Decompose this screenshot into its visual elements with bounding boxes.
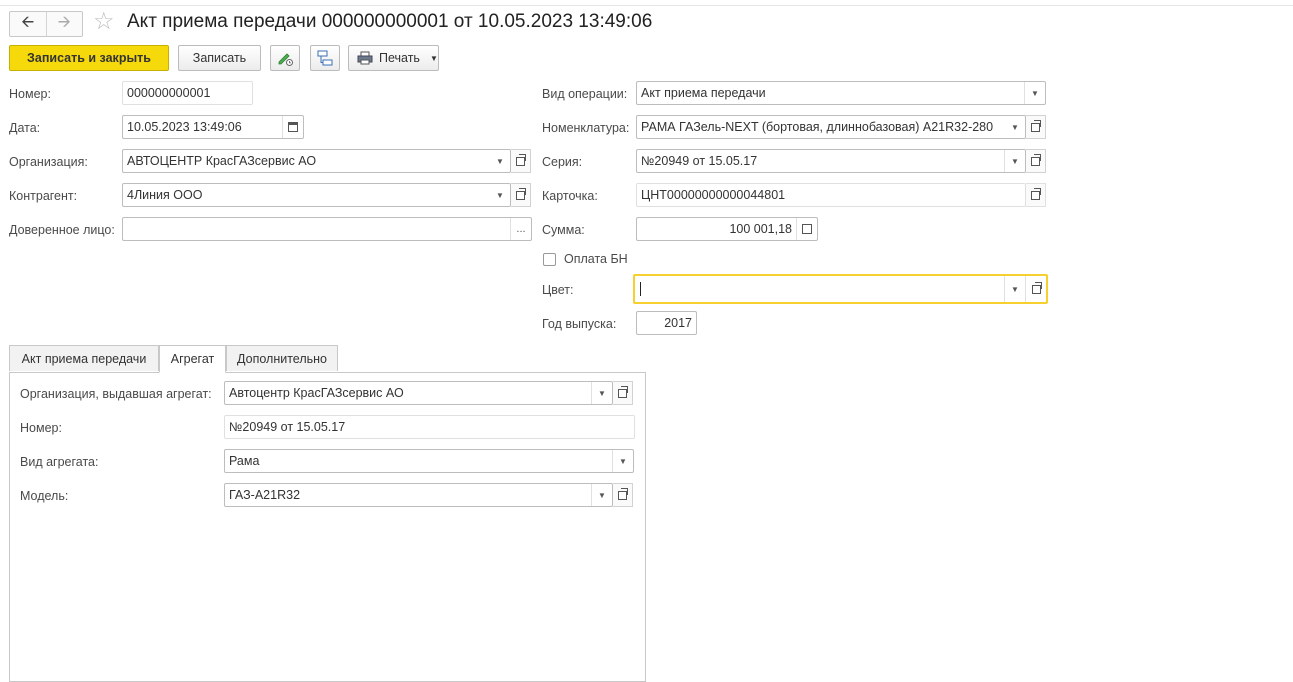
open-icon[interactable]: [1026, 149, 1046, 173]
organization-value: АВТОЦЕНТР КрасГАЗсервис АО: [127, 154, 317, 168]
nav-buttons: 🡨 🡪: [9, 11, 83, 37]
counterparty-value: 4Линия ООО: [127, 188, 203, 202]
color-field[interactable]: ▼: [633, 274, 1048, 304]
chevron-down-icon[interactable]: ▼: [490, 184, 510, 206]
operation-label: Вид операции:: [542, 87, 628, 101]
aggregate-org-input-group: Автоцентр КрасГАЗсервис АО ▼: [224, 381, 633, 405]
chevron-down-icon[interactable]: ▼: [591, 484, 612, 506]
organization-label: Организация:: [9, 155, 88, 169]
calculator-icon[interactable]: [796, 218, 817, 240]
aggregate-model-label: Модель:: [20, 489, 69, 503]
nomenclature-label: Номенклатура:: [542, 121, 630, 135]
aggregate-model-value: ГАЗ-А21R32: [229, 488, 301, 502]
calendar-icon[interactable]: [282, 116, 303, 138]
chevron-down-icon[interactable]: ▼: [1004, 276, 1025, 302]
number-label: Номер:: [9, 87, 51, 101]
number-value: 000000000001: [127, 86, 211, 100]
aggregate-model-field[interactable]: ГАЗ-А21R32 ▼: [224, 483, 613, 507]
print-label: Печать: [379, 51, 420, 65]
tab-additional[interactable]: Дополнительно: [226, 345, 338, 371]
chevron-down-icon[interactable]: ▼: [612, 450, 633, 472]
tab-aggregate[interactable]: Агрегат: [159, 345, 226, 373]
nomenclature-value: РАМА ГАЗель-NEXT (бортовая, длиннобазова…: [641, 120, 994, 134]
open-icon[interactable]: [1025, 276, 1046, 302]
trustee-field[interactable]: ...: [122, 217, 532, 241]
aggregate-org-value: Автоцентр КрасГАЗсервис АО: [229, 386, 404, 400]
window-top-border: [0, 0, 1293, 6]
aggregate-kind-value: Рама: [229, 454, 260, 468]
counterparty-field[interactable]: 4Линия ООО ▼: [122, 183, 511, 207]
trustee-label: Доверенное лицо:: [9, 223, 115, 237]
tab-act[interactable]: Акт приема передачи: [9, 345, 159, 371]
sum-field[interactable]: 100 001,18: [636, 217, 818, 241]
sum-label: Сумма:: [542, 223, 585, 237]
aggregate-org-field[interactable]: Автоцентр КрасГАЗсервис АО ▼: [224, 381, 613, 405]
save-button[interactable]: Записать: [178, 45, 261, 71]
counterparty-label: Контрагент:: [9, 189, 78, 203]
chevron-down-icon[interactable]: ▼: [1024, 82, 1045, 104]
year-label: Год выпуска:: [542, 317, 617, 331]
open-icon[interactable]: [511, 183, 531, 207]
open-icon[interactable]: [613, 381, 633, 405]
series-value: №20949 от 15.05.17: [641, 154, 758, 168]
series-label: Серия:: [542, 155, 583, 169]
aggregate-kind-label: Вид агрегата:: [20, 455, 99, 469]
series-input-group: №20949 от 15.05.17 ▼: [636, 149, 1046, 173]
open-icon[interactable]: [511, 149, 531, 173]
cashless-checkbox[interactable]: [543, 253, 556, 266]
text-caret: [640, 282, 641, 296]
nomenclature-input-group: РАМА ГАЗель-NEXT (бортовая, длиннобазова…: [636, 115, 1046, 139]
arrow-left-icon[interactable]: 🡨: [10, 12, 46, 36]
date-field[interactable]: 10.05.2023 13:49:06: [122, 115, 304, 139]
operation-value: Акт приема передачи: [641, 86, 766, 100]
structure-button[interactable]: [310, 45, 340, 71]
ellipsis-icon[interactable]: ...: [510, 218, 531, 240]
chevron-down-icon[interactable]: ▼: [1005, 116, 1025, 138]
sum-value: 100 001,18: [729, 222, 792, 236]
post-document-button[interactable]: [270, 45, 300, 71]
chevron-down-icon[interactable]: ▼: [591, 382, 612, 404]
card-input-group: ЦНТ00000000000044801: [636, 183, 1046, 207]
color-label: Цвет:: [542, 283, 574, 297]
number-field[interactable]: 000000000001: [122, 81, 253, 105]
open-icon[interactable]: [1026, 183, 1046, 207]
card-value: ЦНТ00000000000044801: [641, 188, 786, 202]
organization-input-group: АВТОЦЕНТР КрасГАЗсервис АО ▼: [122, 149, 531, 173]
date-label: Дата:: [9, 121, 41, 135]
pencil-check-icon: [278, 53, 293, 66]
card-label: Карточка:: [542, 189, 598, 203]
aggregate-kind-field[interactable]: Рама ▼: [224, 449, 634, 473]
chevron-down-icon[interactable]: ▼: [1004, 150, 1025, 172]
card-field[interactable]: ЦНТ00000000000044801: [636, 183, 1026, 207]
operation-field[interactable]: Акт приема передачи ▼: [636, 81, 1046, 105]
chevron-down-icon: ▼: [429, 53, 438, 63]
aggregate-model-input-group: ГАЗ-А21R32 ▼: [224, 483, 633, 507]
cashless-label: Оплата БН: [564, 252, 628, 266]
nomenclature-field[interactable]: РАМА ГАЗель-NEXT (бортовая, длиннобазова…: [636, 115, 1026, 139]
date-value: 10.05.2023 13:49:06: [127, 120, 242, 134]
year-value: 2017: [664, 316, 692, 330]
aggregate-org-label: Организация, выдавшая агрегат:: [20, 387, 212, 401]
series-field[interactable]: №20949 от 15.05.17 ▼: [636, 149, 1026, 173]
printer-icon: [357, 51, 373, 65]
page-title: Акт приема передачи 000000000001 от 10.0…: [127, 11, 653, 32]
aggregate-number-value: №20949 от 15.05.17: [229, 420, 346, 434]
organization-field[interactable]: АВТОЦЕНТР КрасГАЗсервис АО ▼: [122, 149, 511, 173]
counterparty-input-group: 4Линия ООО ▼: [122, 183, 531, 207]
print-button[interactable]: Печать ▼: [348, 45, 439, 71]
save-and-close-button[interactable]: Записать и закрыть: [9, 45, 169, 71]
hierarchy-icon: [317, 50, 333, 66]
year-field[interactable]: 2017: [636, 311, 697, 335]
open-icon[interactable]: [613, 483, 633, 507]
chevron-down-icon[interactable]: ▼: [490, 150, 510, 172]
aggregate-number-label: Номер:: [20, 421, 62, 435]
arrow-right-icon[interactable]: 🡪: [45, 12, 83, 36]
star-icon[interactable]: ☆: [93, 9, 115, 35]
aggregate-number-field[interactable]: №20949 от 15.05.17: [224, 415, 635, 439]
open-icon[interactable]: [1026, 115, 1046, 139]
